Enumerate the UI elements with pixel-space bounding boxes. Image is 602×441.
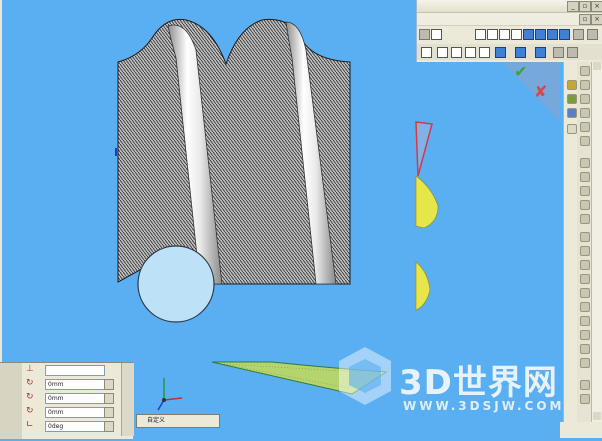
confirm-cancel-icon[interactable]: ✘ xyxy=(534,82,547,101)
view-icon[interactable] xyxy=(419,29,430,40)
view-back-icon[interactable] xyxy=(487,29,498,40)
offset-y-spinner[interactable] xyxy=(104,393,114,404)
angle-field[interactable]: 0deg xyxy=(45,421,105,432)
tool-icon[interactable] xyxy=(580,260,590,270)
tool-icon[interactable] xyxy=(580,288,590,298)
gear-disc xyxy=(137,245,215,323)
tool-icon[interactable] xyxy=(580,330,590,340)
feature-icon[interactable] xyxy=(465,47,476,58)
close-button[interactable]: × xyxy=(591,1,602,12)
tool-icon[interactable] xyxy=(580,108,590,118)
tool-icon[interactable] xyxy=(580,80,590,90)
offset-x-spinner[interactable] xyxy=(104,379,114,390)
partial-model-red-edge xyxy=(415,121,433,177)
restore-button[interactable]: ▫ xyxy=(579,1,591,12)
tool-icon[interactable] xyxy=(580,200,590,210)
reference-field[interactable] xyxy=(45,365,105,376)
dimension-icon[interactable] xyxy=(451,47,462,58)
tool-icon[interactable] xyxy=(580,316,590,326)
tool-icon[interactable] xyxy=(580,214,590,224)
view-toolbar xyxy=(417,26,602,42)
partial-model-yellow-2 xyxy=(415,261,431,311)
minimize-button[interactable]: _ xyxy=(567,1,579,12)
tool-icon[interactable] xyxy=(580,344,590,354)
section-icon[interactable] xyxy=(431,29,442,40)
tool-icon[interactable] xyxy=(580,136,590,146)
render-icon[interactable] xyxy=(587,29,598,40)
assembly-icon[interactable] xyxy=(479,47,490,58)
toolbar-panel: _ ▫ × ▫ × xyxy=(416,0,602,62)
dashboard-sidebar xyxy=(563,62,578,422)
doc-close-button[interactable]: × xyxy=(591,14,602,25)
view-right-icon[interactable] xyxy=(511,29,522,40)
tool-icon[interactable] xyxy=(580,172,590,182)
view-top-icon[interactable] xyxy=(523,29,534,40)
tool-icon[interactable] xyxy=(580,186,590,196)
toolbar-title-row: _ ▫ × xyxy=(417,0,602,13)
watermark-url: WWW.3DSJW.COM xyxy=(403,399,565,413)
tool-icon[interactable] xyxy=(580,302,590,312)
rotate-z-icon: ↻ xyxy=(26,406,34,416)
partial-model-yellow-1 xyxy=(415,175,439,229)
tool-icon[interactable] xyxy=(580,380,590,390)
confirm-ok-icon[interactable]: ✔ xyxy=(514,62,527,81)
tool-icon[interactable] xyxy=(580,158,590,168)
angle-icon: ∟ xyxy=(26,420,34,430)
feature-toolbar xyxy=(417,44,602,60)
tool-icon[interactable] xyxy=(580,66,590,76)
tool-icon[interactable] xyxy=(580,394,590,404)
axis-triad xyxy=(157,378,183,411)
scroll-down-icon[interactable] xyxy=(593,412,601,420)
tool-icon[interactable] xyxy=(580,122,590,132)
watermark-title: 3D世界网 xyxy=(399,363,558,403)
offset-z-field[interactable]: 0mm xyxy=(45,407,105,418)
tool-icon[interactable] xyxy=(580,274,590,284)
bottom-scroll-area xyxy=(560,422,602,438)
view-dimetric-icon[interactable] xyxy=(559,29,570,40)
view-orientation-tab[interactable]: 自定义 xyxy=(136,414,220,428)
tool-icon[interactable] xyxy=(580,358,590,368)
vertical-scrollbar[interactable] xyxy=(591,62,602,422)
shade-icon[interactable] xyxy=(573,29,584,40)
rotate-x-icon: ↻ xyxy=(26,378,34,388)
coordinate-icon[interactable] xyxy=(553,47,564,58)
watermark: 3D世界网 WWW.3DSJW.COM xyxy=(335,345,565,415)
angle-spinner[interactable] xyxy=(104,421,114,432)
tool-icon[interactable] xyxy=(580,232,590,242)
property-scrollbar[interactable] xyxy=(121,363,134,436)
watermark-logo-icon xyxy=(339,347,391,405)
panel-gutter xyxy=(0,363,22,439)
axis-icon[interactable] xyxy=(515,47,526,58)
point-icon[interactable] xyxy=(535,47,546,58)
offset-z-spinner[interactable] xyxy=(104,407,114,418)
tool-icon[interactable] xyxy=(580,94,590,104)
rotate-y-icon: ↻ xyxy=(26,392,34,402)
pencil-icon[interactable] xyxy=(437,47,448,58)
doc-restore-button[interactable]: ▫ xyxy=(579,14,591,25)
plane-icon[interactable] xyxy=(495,47,506,58)
view-iso-icon[interactable] xyxy=(547,29,558,40)
layers-icon[interactable] xyxy=(567,108,577,118)
view-left-icon[interactable] xyxy=(499,29,510,40)
view-bottom-icon[interactable] xyxy=(535,29,546,40)
offset-y-field[interactable]: 0mm xyxy=(45,393,105,404)
home-icon[interactable] xyxy=(567,80,577,90)
measure-icon[interactable] xyxy=(567,47,578,58)
perpendicular-axis-icon: ⊥ xyxy=(26,364,34,374)
tree-icon[interactable] xyxy=(567,94,577,104)
property-manager: ⊥ ↻ 0mm ↻ 0mm ↻ 0mm ∟ 0deg xyxy=(0,362,133,439)
collapse-icon[interactable] xyxy=(567,124,577,134)
confirm-corner xyxy=(503,62,560,122)
tool-icon[interactable] xyxy=(580,246,590,256)
scroll-up-icon[interactable] xyxy=(593,62,601,70)
view-front-icon[interactable] xyxy=(475,29,486,40)
toolbar-row-2: ▫ × xyxy=(417,13,602,26)
sketch-icon[interactable] xyxy=(421,47,432,58)
offset-x-field[interactable]: 0mm xyxy=(45,379,105,390)
